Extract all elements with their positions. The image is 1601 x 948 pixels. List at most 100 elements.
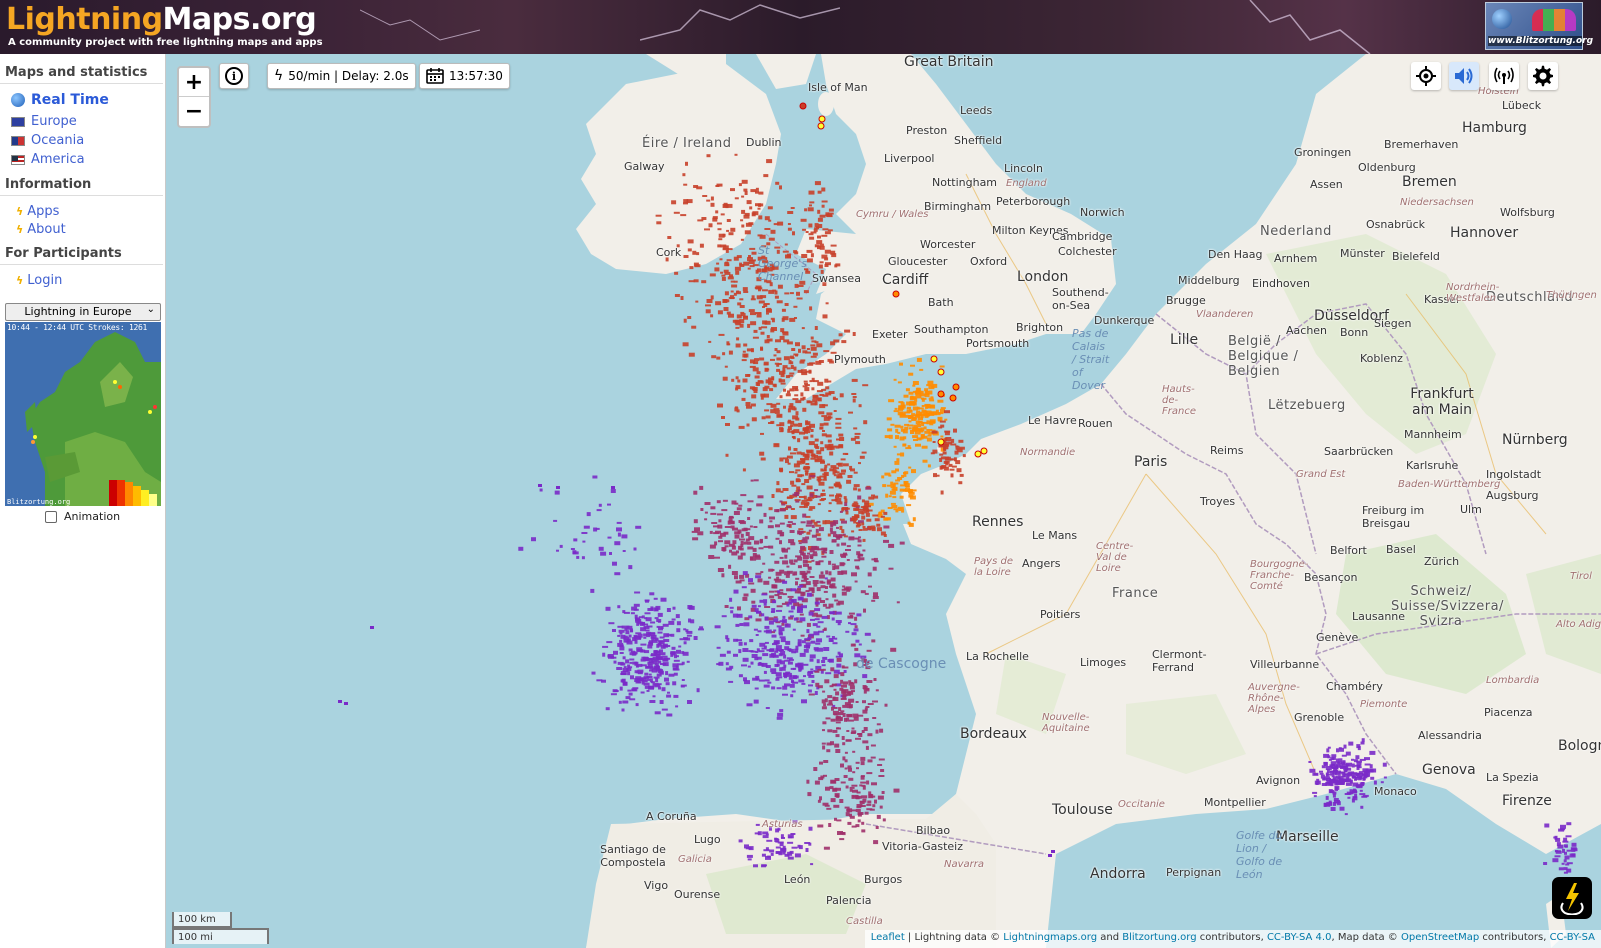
lightning-strike [763,602,767,606]
lightning-strike [742,571,748,576]
lightning-strike [776,687,782,690]
lightning-strike [814,691,818,695]
region-select[interactable]: Lightning in Europe ⌄ [5,303,161,321]
sidebar-item-europe[interactable]: Europe [0,112,165,131]
zoom-in-button[interactable]: + [179,68,209,97]
lightning-strike [792,398,799,401]
lightning-strike [728,680,734,683]
lightning-strike [742,287,748,292]
lightning-strike [748,650,754,653]
lightning-strike [856,804,863,807]
map-label: Hamburg [1462,120,1527,136]
lightning-strike [645,629,650,632]
ccbysa-link-2[interactable]: CC-BY-SA [1550,932,1595,943]
lightning-strike [820,585,826,589]
lightning-strike [783,664,787,668]
lightning-strike [650,654,657,657]
animation-toggle[interactable]: Animation [45,510,165,523]
time-button[interactable]: 13:57:30 [419,63,510,89]
lightning-strike [809,362,816,365]
lightning-strike [797,489,802,492]
lightning-strike [800,551,805,556]
lightning-strike [863,505,868,510]
sidebar-item-oceania[interactable]: Oceania [0,131,165,150]
sidebar-item-about[interactable]: ϟ About [0,220,165,238]
lightning-strike [905,447,912,450]
map-label: Grand Est [1296,469,1346,480]
lightning-strike [1352,796,1357,799]
lightningmaps-link[interactable]: Lightningmaps.org [1003,932,1097,943]
realtime-link[interactable]: Real Time [0,84,165,112]
settings-button[interactable] [1528,62,1558,90]
minimap-thumbnail[interactable]: 10:44 - 12:44 UTC Strokes: 1261 Blitzort… [5,322,161,506]
lightning-strike [711,522,718,524]
lightning-strike [860,761,865,766]
sidebar-item-label[interactable]: About [27,222,65,237]
lightning-strike [800,458,805,460]
lightning-strike [762,653,769,657]
locate-button[interactable] [1411,62,1441,90]
lightning-strike [789,850,794,854]
lightning-strike [818,459,822,463]
map-label: Frankfurt am Main [1410,386,1474,418]
site-logo[interactable]: LightningMaps.org [6,2,317,38]
lightning-strike [859,784,863,787]
app-promo-button[interactable] [1552,877,1592,919]
lightning-strike [1340,761,1346,765]
lightning-strike [804,502,810,505]
blitzortung-banner[interactable]: www.Blitzortung.org [1485,2,1593,50]
sidebar-item-apps[interactable]: ϟ Apps [0,202,165,220]
lightning-strike [764,216,770,221]
info-button[interactable]: i [219,63,249,89]
lightning-strike [808,633,814,637]
stroke-rate-button[interactable]: ϟ 50/min | Delay: 2.0s [267,63,416,89]
current-time: 13:57:30 [449,69,503,83]
lightning-strike [873,592,878,597]
lightning-strike [722,204,727,208]
lightning-strike [875,729,879,734]
osm-link[interactable]: OpenStreetMap [1401,932,1479,943]
lightning-strike [793,366,797,371]
lightning-strike [654,711,661,715]
lightning-map[interactable]: Great Britain Isle of Man Éire / Ireland… [166,54,1601,948]
lightning-strike [797,369,803,373]
sidebar-item-label[interactable]: Europe [31,114,77,129]
lightning-strike [801,345,806,350]
lightning-strike [700,508,704,511]
lightning-strike [829,494,835,497]
zoom-out-button[interactable]: − [179,97,209,126]
map-label: Firenze [1502,793,1552,809]
leaflet-link[interactable]: Leaflet [871,932,905,943]
sidebar-item-login[interactable]: ϟ Login [0,271,165,289]
lightning-strike [857,523,861,527]
stations-button[interactable] [1489,62,1519,90]
lightning-strike [863,420,868,425]
lightning-strike [774,295,779,299]
ccbysa-link[interactable]: CC-BY-SA 4.0 [1267,932,1332,943]
lightning-strike [944,456,951,461]
lightning-strike [923,426,927,430]
lightning-strike [664,677,669,682]
lightning-strike [860,781,867,784]
lightning-strike [664,657,671,660]
map-label: Thüringen [1546,290,1597,301]
sound-button[interactable] [1449,62,1479,90]
blitzortung-link[interactable]: Blitzortung.org [1122,932,1196,943]
lightning-strike [958,439,964,443]
lightning-strike [753,479,759,482]
sidebar-item-label[interactable]: Apps [27,204,59,219]
lightning-strike [766,312,769,315]
lightning-strike [810,863,814,866]
animation-checkbox[interactable] [45,510,57,523]
lightning-strike [770,229,776,234]
lightning-strike [816,390,823,393]
lightning-strike [741,664,747,667]
sidebar-item-label[interactable]: Login [27,273,62,288]
lightning-strike [783,388,786,392]
sidebar-item-label[interactable]: America [31,152,85,167]
sidebar-item-label[interactable]: Oceania [31,133,84,148]
lightning-strike [784,571,791,576]
globe-icon [11,93,25,107]
sidebar-item-america[interactable]: America [0,150,165,169]
lightning-strike [827,463,831,466]
